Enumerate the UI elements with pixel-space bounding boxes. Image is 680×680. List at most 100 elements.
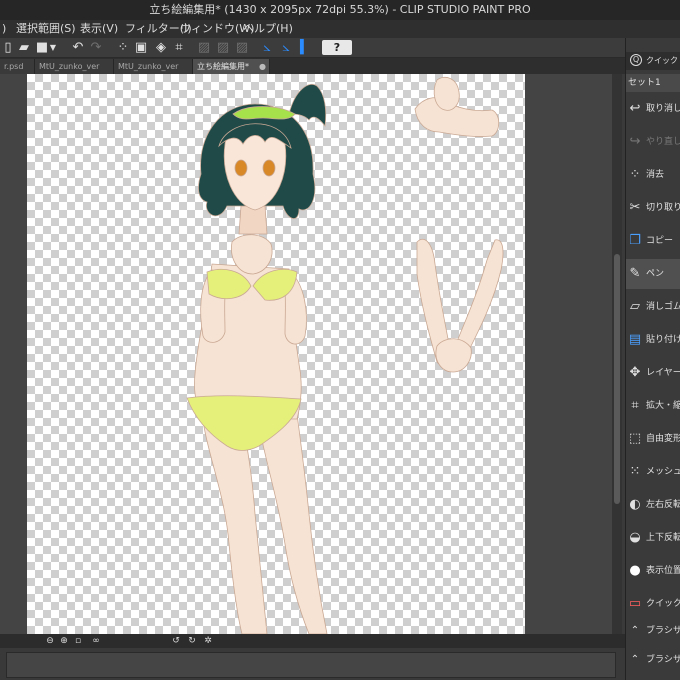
quick-item-quick-mask[interactable]: ▭ クイックマス xyxy=(626,589,680,619)
help-button[interactable]: ? xyxy=(322,40,352,55)
quick-item-flip-vertical[interactable]: ◒ 上下反転 xyxy=(626,523,680,553)
quick-access-title: クイック xyxy=(646,56,678,65)
command-bar: ▯ ▰ ■ ▼ ↶ ↷ ⁘ ▣ ◈ ⌗ ▨ ▨ ▨ ⦣ ⦣ ▍ ? xyxy=(0,38,625,58)
canvas-work-area[interactable] xyxy=(0,74,615,634)
quick-item-label: クイックマス xyxy=(646,599,680,609)
menu-item-view[interactable]: 表示(V) xyxy=(80,20,118,38)
quick-item-eraser[interactable]: ▱ 消しゴム xyxy=(626,292,680,322)
menu-item-selection[interactable]: 選択範囲(S) xyxy=(16,20,76,38)
character-neck xyxy=(238,205,268,235)
quick-item-layer-move[interactable]: ✥ レイヤー移 xyxy=(626,358,680,388)
clear-outside-icon[interactable]: ▣ xyxy=(133,40,149,56)
save-dropdown-icon[interactable]: ▼ xyxy=(48,40,58,56)
quick-access-header[interactable]: Q クイック xyxy=(626,52,680,70)
horizontal-scrollbar[interactable] xyxy=(0,648,625,680)
horizontal-scrollbar-thumb[interactable] xyxy=(6,652,616,678)
invert-selection-icon[interactable]: ▨ xyxy=(215,40,231,56)
fit-view-icon[interactable]: ▫ xyxy=(72,635,84,647)
quick-item-label: レイヤー移 xyxy=(646,368,680,378)
quick-item-label: 表示位置 xyxy=(646,566,680,576)
document-tab[interactable]: r.psd xyxy=(0,59,35,74)
quick-item-redo[interactable]: ↪ やり直し xyxy=(626,127,680,157)
snap-grid-icon[interactable]: ▍ xyxy=(297,40,313,56)
paste-icon: ▤ xyxy=(628,332,642,347)
app-window: 立ち絵編集用* (1430 x 2095px 72dpi 55.3%) - CL… xyxy=(0,0,680,680)
quick-item-label: 貼り付け xyxy=(646,335,680,345)
snap-ruler-icon[interactable]: ⦣ xyxy=(259,40,275,56)
scale-icon: ⌗ xyxy=(631,398,639,413)
quick-item-label: ブラシサイ xyxy=(646,626,680,636)
character-leg xyxy=(256,413,328,634)
quick-item-cut[interactable]: ✂ 切り取り xyxy=(626,193,680,223)
menu-item-help[interactable]: ヘルプ(H) xyxy=(243,20,293,38)
quick-item-brush-size-up[interactable]: ⌃ ブラシサイ xyxy=(626,616,680,646)
eraser-icon: ▱ xyxy=(630,299,640,314)
layer-move-icon: ✥ xyxy=(629,365,641,380)
quick-item-mesh-transform[interactable]: ⁙ メッシュ変 xyxy=(626,457,680,487)
quick-mask-icon: ▭ xyxy=(628,596,642,611)
document-tab-bar: r.psd MtU_zunko_ver MtU_zunko_ver 立ち絵編集用… xyxy=(0,58,625,74)
separate-hands-part xyxy=(435,338,472,373)
rotate-left-icon[interactable]: ↺ xyxy=(170,635,182,647)
vertical-scrollbar-thumb[interactable] xyxy=(614,254,620,504)
flip-horizontal-icon: ◐ xyxy=(629,497,641,512)
document-tab[interactable]: MtU_zunko_ver xyxy=(35,59,114,74)
quick-item-label: ペン xyxy=(646,269,665,279)
fill-icon[interactable]: ◈ xyxy=(153,40,169,56)
mesh-transform-icon: ⁙ xyxy=(629,464,641,479)
quick-item-free-transform[interactable]: ⬚ 自由変形 xyxy=(626,424,680,454)
flip-vertical-icon: ◒ xyxy=(629,530,641,545)
quick-item-label: 取り消し xyxy=(646,104,680,114)
brush-size-down-icon: ⌃ xyxy=(630,654,640,665)
document-tab[interactable]: MtU_zunko_ver xyxy=(114,59,193,74)
quick-item-label: 消しゴム xyxy=(646,302,680,312)
status-bar: ⊖ ⊕ ▫ ∞ ↺ ↻ ✲ xyxy=(0,634,625,648)
quick-item-clear[interactable]: ⁘ 消去 xyxy=(626,160,680,190)
separate-hand-part xyxy=(433,76,460,111)
quick-item-undo[interactable]: ↩ 取り消し xyxy=(626,94,680,124)
canvas[interactable] xyxy=(27,74,525,634)
quick-access-set-select[interactable]: セット1 xyxy=(626,74,680,92)
transform-icon[interactable]: ⌗ xyxy=(171,40,187,56)
undo-icon[interactable]: ↶ xyxy=(70,40,86,56)
copy-icon: ❐ xyxy=(629,233,641,248)
tab-label: r.psd xyxy=(4,62,24,71)
close-tab-icon[interactable]: ● xyxy=(259,59,266,74)
redo-icon[interactable]: ↷ xyxy=(88,40,104,56)
open-folder-icon[interactable]: ▰ xyxy=(16,40,32,56)
pen-icon: ✎ xyxy=(629,266,641,281)
redo-icon: ↪ xyxy=(629,134,641,149)
clear-icon[interactable]: ⁘ xyxy=(115,40,131,56)
snap-special-ruler-icon[interactable]: ⦣ xyxy=(278,40,294,56)
quick-item-paste[interactable]: ▤ 貼り付け xyxy=(626,325,680,355)
menu-item-edit[interactable]: ) xyxy=(2,20,6,38)
select-icon[interactable]: ▨ xyxy=(234,40,250,56)
quick-item-label: 消去 xyxy=(646,170,665,180)
zoom-out-icon[interactable]: ⊖ xyxy=(44,635,56,647)
quick-item-label: やり直し xyxy=(646,137,680,147)
quick-item-brush-size-down[interactable]: ⌃ ブラシサイ xyxy=(626,645,680,675)
scissors-icon: ✂ xyxy=(629,200,641,215)
reset-view-icon: ● xyxy=(629,563,641,578)
free-transform-icon: ⬚ xyxy=(628,431,642,446)
zoom-in-icon[interactable]: ⊕ xyxy=(58,635,70,647)
deselect-icon[interactable]: ▨ xyxy=(196,40,212,56)
new-file-icon[interactable]: ▯ xyxy=(0,40,16,56)
quick-item-scale[interactable]: ⌗ 拡大・縮 xyxy=(626,391,680,421)
rotate-icon[interactable]: ∞ xyxy=(90,635,102,647)
tab-label: MtU_zunko_ver xyxy=(118,62,179,71)
tab-label: MtU_zunko_ver xyxy=(39,62,100,71)
quick-access-panel: Q クイック セット1 ↩ 取り消し ↪ やり直し ⁘ 消去 ✂ 切り取り ❐ … xyxy=(625,38,680,680)
rotate-right-icon[interactable]: ↻ xyxy=(186,635,198,647)
vertical-scrollbar[interactable] xyxy=(612,74,622,634)
brush-size-up-icon: ⌃ xyxy=(630,625,640,636)
document-tab-active[interactable]: 立ち絵編集用* ● xyxy=(193,59,270,74)
quick-item-label: 左右反転 xyxy=(646,500,680,510)
quick-item-copy[interactable]: ❐ コピー xyxy=(626,226,680,256)
quick-item-label: ブラシサイ xyxy=(646,655,680,665)
quick-item-flip-horizontal[interactable]: ◐ 左右反転 xyxy=(626,490,680,520)
quick-item-pen[interactable]: ✎ ペン xyxy=(626,259,680,289)
reset-rotation-icon[interactable]: ✲ xyxy=(202,635,214,647)
quick-item-reset-view[interactable]: ● 表示位置 xyxy=(626,556,680,586)
character-illustration xyxy=(186,76,504,634)
